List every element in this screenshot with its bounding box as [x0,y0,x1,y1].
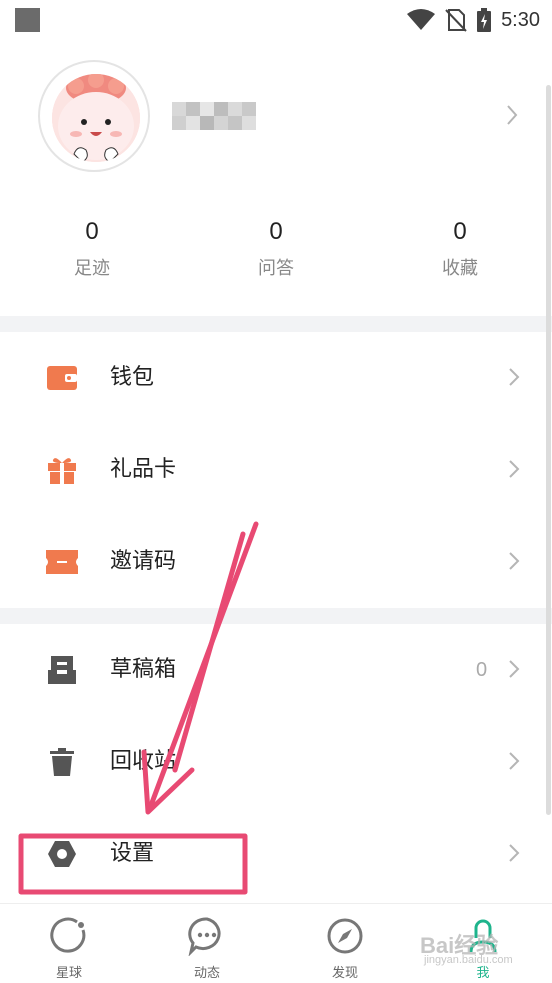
chevron-right-icon [509,844,520,862]
menu-label: 回收站 [110,749,177,774]
drafts-icon [46,654,78,686]
trash-icon [46,746,78,778]
chevron-right-icon [507,105,518,125]
menu-item-gift-card[interactable]: 礼品卡 [0,424,552,516]
menu-item-recycle-bin[interactable]: 回收站 [0,716,552,808]
menu-label: 设置 [110,841,155,866]
menu-label: 邀请码 [110,549,177,574]
menu-item-wallet[interactable]: 钱包 [0,332,552,424]
gift-icon [46,454,78,486]
stat-label: 足迹 [74,258,110,279]
no-sim-icon [445,9,467,32]
section-divider [0,316,552,332]
chevron-right-icon [509,752,520,770]
profile-card[interactable]: 0 足迹 0 问答 0 收藏 [0,40,552,316]
nav-tab-feed[interactable]: 动态 [138,904,276,983]
chevron-right-icon [509,368,520,386]
chevron-right-icon [509,552,520,570]
menu-label: 草稿箱 [110,657,177,682]
avatar [52,74,140,162]
chevron-right-icon [509,460,520,478]
nav-label: 发现 [331,966,358,981]
status-icons: 5:30 [407,6,540,34]
notification-icon [15,8,40,32]
battery-icon [477,8,492,32]
settings-hexagon-icon [46,838,78,870]
nav-tab-planet[interactable]: 星球 [0,904,138,983]
status-bar: 5:30 [0,0,552,40]
nav-label: 星球 [55,966,82,981]
stat-footprints[interactable]: 0 足迹 [32,214,152,280]
wifi-icon [407,9,436,30]
nav-label: 动态 [193,966,220,981]
chevron-right-icon [509,660,520,678]
ticket-icon [46,546,78,578]
drafts-count: 0 [476,659,488,681]
scrollbar[interactable] [546,85,551,815]
menu-label: 钱包 [110,365,155,390]
wallet-icon [46,362,78,394]
avatar-frame[interactable] [38,60,150,172]
status-time: 5:30 [501,8,540,31]
stat-value: 0 [85,218,99,245]
watermark-sub: jingyan.baidu.com [424,954,513,966]
stat-label: 收藏 [442,258,478,279]
compass-icon [327,918,363,954]
menu-item-drafts[interactable]: 草稿箱 0 [0,624,552,716]
username-mosaic [172,102,258,130]
stat-qa[interactable]: 0 问答 [216,214,336,280]
menu-item-invite-code[interactable]: 邀请码 [0,516,552,608]
stat-value: 0 [269,218,283,245]
chat-bubble-icon [188,917,221,956]
stats-row: 0 足迹 0 问答 0 收藏 [0,214,552,294]
menu-item-settings[interactable]: 设置 [0,808,552,900]
stat-value: 0 [453,218,467,245]
menu-label: 礼品卡 [110,457,177,482]
planet-ring-icon [50,917,86,953]
stat-favorites[interactable]: 0 收藏 [400,214,520,280]
nav-tab-discover[interactable]: 发现 [276,904,414,983]
stat-label: 问答 [258,258,294,279]
section-divider [0,608,552,624]
